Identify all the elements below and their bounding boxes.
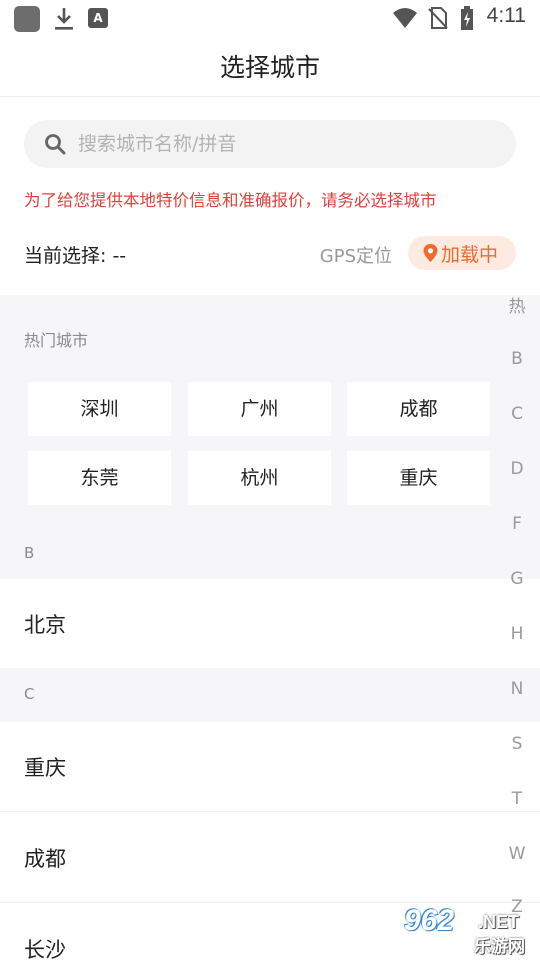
city-name: 重庆 — [24, 756, 66, 780]
index-letter[interactable]: N — [496, 679, 538, 699]
no-sim-icon — [428, 7, 448, 29]
section-header-letter: C — [24, 685, 35, 703]
a-notification-icon: A — [88, 8, 108, 28]
location-pin-icon — [423, 244, 438, 262]
index-letter[interactable]: D — [496, 459, 538, 479]
wifi-icon — [393, 8, 417, 28]
index-letter[interactable]: G — [496, 569, 538, 589]
notice-text: 为了给您提供本地特价信息和准确报价，请务必选择城市 — [24, 191, 437, 210]
watermark-number: 962 — [404, 904, 455, 937]
index-letter[interactable]: B — [496, 349, 538, 369]
current-selection-row: 当前选择: -- GPS定位 加载中 — [24, 236, 516, 272]
status-bar: A 4:11 — [0, 0, 540, 36]
watermark-name: 乐游网 — [474, 937, 525, 957]
alphabet-index-bar[interactable]: 热 B C D F G H N S T W Z — [496, 280, 538, 960]
search-input[interactable] — [78, 120, 498, 168]
search-bar[interactable] — [24, 120, 516, 168]
hot-city-chip[interactable]: 杭州 — [188, 451, 331, 505]
index-letter[interactable]: H — [496, 624, 538, 644]
locate-button-label: 加载中 — [441, 244, 499, 266]
battery-charging-icon — [461, 6, 473, 30]
index-letter[interactable]: T — [496, 789, 538, 809]
hot-cities-section: 热门城市 深圳 广州 成都 东莞 杭州 重庆 B — [0, 295, 540, 579]
hot-city-chip[interactable]: 东莞 — [28, 451, 171, 505]
gps-label: GPS定位 — [319, 246, 392, 267]
city-list-item[interactable]: 成都 — [0, 813, 540, 903]
hot-city-chip[interactable]: 重庆 — [347, 451, 490, 505]
city-name: 北京 — [24, 613, 66, 637]
index-letter[interactable]: 热 — [496, 292, 538, 317]
section-header: C — [0, 668, 540, 722]
hot-city-chip[interactable]: 深圳 — [28, 382, 171, 436]
app-notification-icon — [14, 6, 40, 32]
hot-city-chip[interactable]: 广州 — [188, 382, 331, 436]
index-letter[interactable]: C — [496, 404, 538, 424]
current-selection-label: 当前选择: -- — [24, 245, 127, 267]
city-list-item[interactable]: 北京 — [0, 579, 540, 669]
section-header-letter: B — [24, 544, 35, 562]
watermark-net: .NET — [478, 912, 520, 932]
locate-button[interactable]: 加载中 — [408, 236, 516, 270]
page-title: 选择城市 — [219, 53, 320, 82]
title-bar: 选择城市 — [0, 36, 540, 97]
city-name: 成都 — [24, 847, 66, 871]
city-list-item[interactable]: 重庆 — [0, 722, 540, 812]
search-icon — [45, 134, 66, 155]
index-letter[interactable]: F — [496, 514, 538, 534]
download-icon — [55, 8, 73, 30]
index-letter[interactable]: W — [496, 844, 538, 864]
hot-city-chip[interactable]: 成都 — [347, 382, 490, 436]
status-time: 4:11 — [486, 4, 526, 27]
hot-cities-title: 热门城市 — [24, 331, 89, 350]
site-watermark-logo: 962 .NET 乐游网 — [400, 904, 536, 957]
index-letter[interactable]: S — [496, 734, 538, 754]
city-name: 长沙 — [24, 938, 66, 960]
